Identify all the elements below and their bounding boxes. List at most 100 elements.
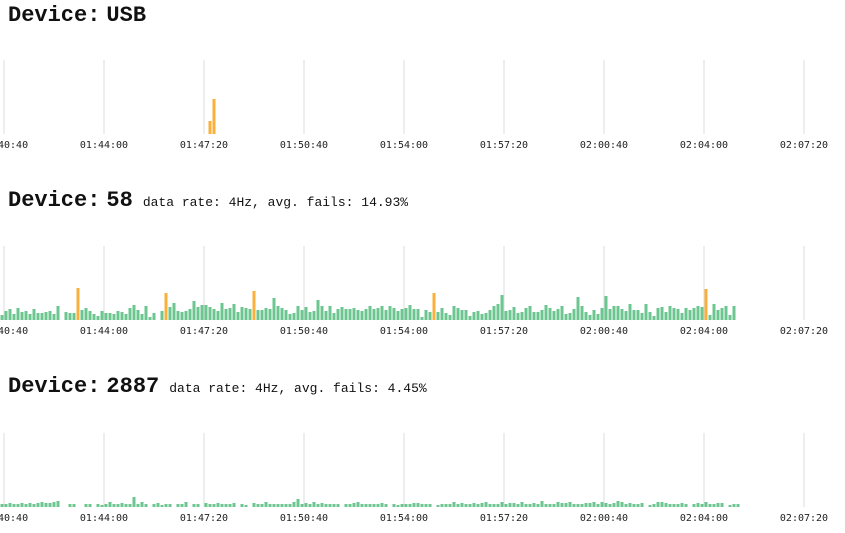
ok-bar [44, 312, 48, 320]
ok-bar [28, 503, 32, 507]
ok-bar [568, 502, 572, 507]
ok-bar [496, 504, 500, 507]
ok-bar [548, 308, 552, 320]
ok-bar [32, 504, 36, 507]
ok-bar [88, 311, 92, 320]
ok-bar [376, 504, 380, 507]
fail-bar [76, 288, 80, 320]
ok-bar [708, 315, 712, 320]
ok-bar [616, 306, 620, 320]
ok-bar [116, 311, 120, 320]
ok-bar [444, 504, 448, 507]
ok-bar [664, 503, 668, 507]
ok-bar [720, 308, 724, 320]
ok-bar [64, 312, 68, 320]
ok-bar [496, 304, 500, 320]
ok-bar [728, 505, 732, 507]
ok-bar [428, 312, 432, 320]
x-tick-label: 02:00:40 [580, 513, 628, 524]
ok-bar [500, 502, 504, 507]
ok-bar [524, 308, 528, 320]
ok-bar [188, 309, 192, 320]
ok-bar [484, 313, 488, 320]
ok-bar [664, 312, 668, 320]
ok-bar [20, 503, 24, 507]
ok-bar [384, 504, 388, 507]
ok-bar [272, 504, 276, 507]
ok-bar [108, 313, 112, 320]
ok-bar [588, 315, 592, 320]
ok-bar [276, 306, 280, 320]
ok-bar [304, 307, 308, 320]
ok-bar [320, 306, 324, 320]
ok-bar [712, 504, 716, 507]
ok-bar [456, 308, 460, 320]
ok-bar [96, 316, 100, 320]
ok-bar [72, 504, 76, 507]
ok-bar [120, 503, 124, 507]
ok-bar [476, 311, 480, 320]
ok-bar [688, 310, 692, 320]
ok-bar [176, 311, 180, 320]
ok-bar [680, 503, 684, 507]
ok-bar [572, 309, 576, 320]
ok-bar [712, 304, 716, 320]
ok-bar [604, 296, 608, 320]
ok-bar [300, 310, 304, 320]
ok-bar [52, 502, 56, 507]
ok-bar [672, 308, 676, 320]
x-tick-label: 01:40:40 [0, 140, 28, 151]
device-panel-usb: Device: USB 01:40:40 01:44:00 01:47:20 01:5… [0, 0, 845, 165]
ok-bar [424, 504, 428, 507]
ok-bar [480, 314, 484, 320]
ok-bar [12, 504, 16, 507]
ok-bar [608, 504, 612, 507]
ok-bar [556, 502, 560, 507]
ok-bar [420, 504, 424, 507]
ok-bar [0, 315, 4, 320]
ok-bar [292, 502, 296, 507]
ok-bar [628, 304, 632, 320]
ok-bar [692, 308, 696, 320]
ok-bar [344, 504, 348, 507]
ok-bar [640, 313, 644, 320]
ok-bar [356, 502, 360, 507]
ok-bar [380, 306, 384, 320]
ok-bar [264, 308, 268, 320]
ok-bar [560, 503, 564, 507]
ok-bar [604, 503, 608, 507]
ok-bar [696, 503, 700, 507]
ok-bar [480, 503, 484, 507]
ok-bar [572, 504, 576, 507]
ok-bar [140, 502, 144, 507]
ok-bar [308, 312, 312, 320]
ok-bar [716, 310, 720, 320]
ok-bar [584, 503, 588, 507]
ok-bar [292, 313, 296, 320]
ok-bar [304, 503, 308, 507]
ok-bar [44, 503, 48, 507]
ok-bar [280, 504, 284, 507]
ok-bar [4, 311, 8, 320]
ok-bar [84, 308, 88, 320]
ok-bar [168, 307, 172, 320]
ok-bar [424, 310, 428, 320]
ok-bar [412, 309, 416, 320]
ok-bar [288, 314, 292, 320]
ok-bar [172, 303, 176, 320]
ok-bar [120, 312, 124, 320]
ok-bar [160, 311, 164, 320]
ok-bar [228, 504, 232, 507]
ok-bar [92, 314, 96, 320]
ok-bar [136, 310, 140, 320]
ok-bar [360, 311, 364, 320]
ok-bar [632, 310, 636, 320]
ok-bar [392, 504, 396, 507]
ok-bar [404, 308, 408, 320]
ok-bar [564, 314, 568, 320]
ok-bar [464, 504, 468, 507]
ok-bar [388, 306, 392, 320]
ok-bar [376, 308, 380, 320]
activity-chart-usb: 01:40:40 01:44:00 01:47:20 01:50:40 01:54:00… [0, 60, 828, 151]
ok-bar [512, 503, 516, 507]
